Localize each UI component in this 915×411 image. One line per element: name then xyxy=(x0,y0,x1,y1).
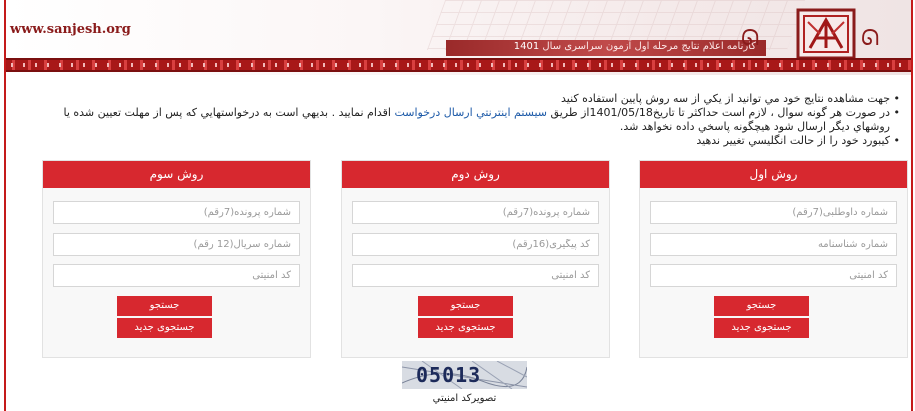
instruction-item: در صورت هر گونه سوال ، لازم است حداكثر ت… xyxy=(30,106,900,134)
instruction-item: كيبورد خود را از حالت انگليسي تغيير ندهي… xyxy=(30,134,900,148)
header-ornament-strip xyxy=(6,58,911,72)
method2-new-search-button[interactable]: جستجوی جدید xyxy=(418,318,513,338)
page-title-text: کارنامه اعلام نتايج مرحله اول آزمون سراس… xyxy=(542,41,756,52)
method3-title: روش سوم xyxy=(43,161,310,188)
sanjesh-logo xyxy=(796,8,856,60)
method3-serial-number-input[interactable] xyxy=(53,233,300,256)
ornament-swirl-icon: ᘏ xyxy=(741,26,760,51)
method1-national-id-input[interactable] xyxy=(650,233,897,256)
method1-candidate-number-input[interactable] xyxy=(650,201,897,224)
method2-title: روش دوم xyxy=(342,161,609,188)
captcha-image: 05013 xyxy=(402,361,527,389)
right-border xyxy=(911,0,913,411)
method2-panel: روش دوم جستجو جستجوی جدید xyxy=(341,160,610,358)
instruction-item: جهت مشاهده نتايج خود مي توانيد از يكي از… xyxy=(30,92,900,106)
method3-security-code-input[interactable] xyxy=(53,264,300,287)
instruction-text: كيبورد خود را از حالت انگليسي تغيير ندهي… xyxy=(696,134,890,147)
method3-panel: روش سوم جستجو جستجوی جدید xyxy=(42,160,311,358)
method1-title: روش اول xyxy=(640,161,907,188)
instruction-text: جهت مشاهده نتايج خود مي توانيد از يكي از… xyxy=(560,92,890,105)
page-header: www.sanjesh.org کارنامه اعلام نتايج مرحل… xyxy=(6,0,911,75)
method1-new-search-button[interactable]: جستجوی جدید xyxy=(714,318,809,338)
instructions-list: جهت مشاهده نتايج خود مي توانيد از يكي از… xyxy=(30,92,900,148)
site-url-link[interactable]: www.sanjesh.org xyxy=(10,22,131,37)
page-title-year: 1401 xyxy=(513,41,540,52)
request-system-link[interactable]: سيستم اينترنتي ارسال درخواست xyxy=(394,106,547,119)
method1-panel: روش اول جستجو جستجوی جدید xyxy=(639,160,908,358)
method1-security-code-input[interactable] xyxy=(650,264,897,287)
title-banner: کارنامه اعلام نتايج مرحله اول آزمون سراس… xyxy=(446,40,766,56)
method3-search-button[interactable]: جستجو xyxy=(117,296,212,316)
captcha-code: 05013 xyxy=(416,363,482,387)
instruction-text: در صورت هر گونه سوال ، لازم است حداكثر ت… xyxy=(547,106,890,119)
ornament-swirl-icon: ᘏ xyxy=(861,26,880,51)
method2-search-button[interactable]: جستجو xyxy=(418,296,513,316)
page-title: کارنامه اعلام نتايج مرحله اول آزمون سراس… xyxy=(514,41,756,52)
method2-file-number-input[interactable] xyxy=(352,201,599,224)
method1-search-button[interactable]: جستجو xyxy=(714,296,809,316)
method2-security-code-input[interactable] xyxy=(352,264,599,287)
method3-file-number-input[interactable] xyxy=(53,201,300,224)
method3-new-search-button[interactable]: جستجوی جدید xyxy=(117,318,212,338)
method2-tracking-code-input[interactable] xyxy=(352,233,599,256)
captcha-label: تصويركد امنيتي xyxy=(432,393,497,404)
